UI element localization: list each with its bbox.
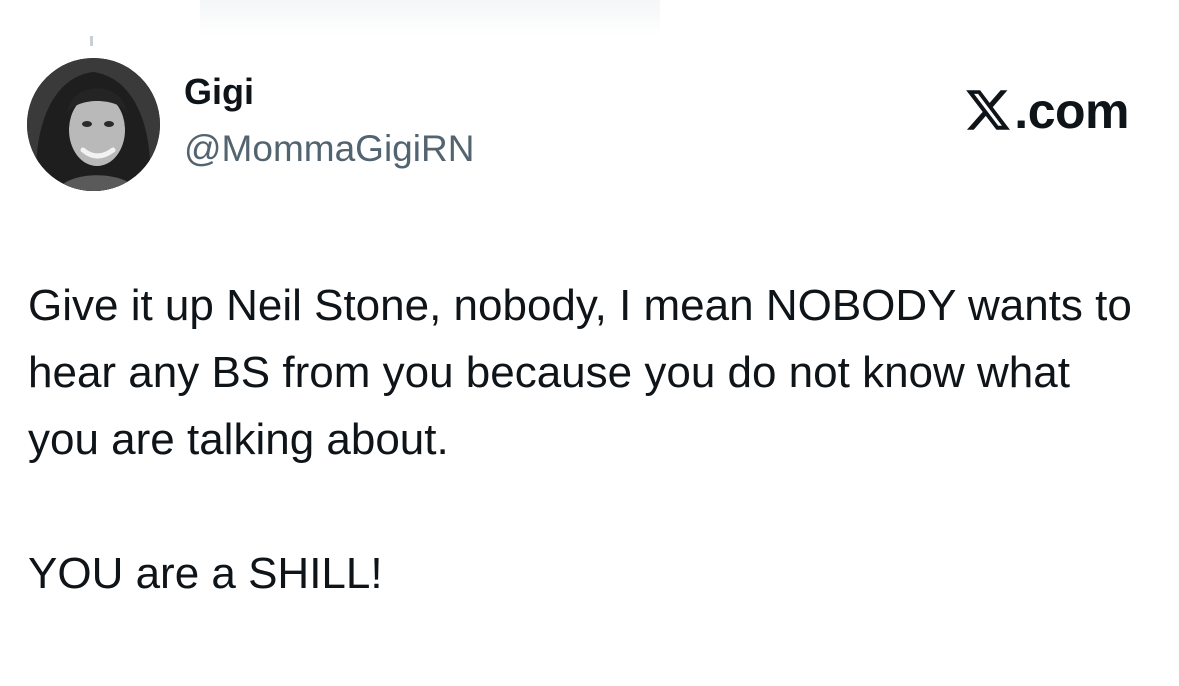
x-logo-icon — [966, 90, 1011, 130]
brand-watermark: .com — [966, 84, 1129, 136]
top-crop-tick — [90, 36, 93, 46]
avatar-photo — [27, 58, 160, 191]
top-crop-shadow — [200, 0, 660, 36]
brand-domain-suffix: .com — [1014, 83, 1129, 139]
user-handle[interactable]: @MommaGigiRN — [184, 130, 474, 167]
display-name[interactable]: Gigi — [184, 74, 254, 110]
avatar[interactable] — [27, 58, 160, 191]
tweet-paragraph: Give it up Neil Stone, nobody, I mean NO… — [28, 281, 1145, 464]
tweet-text: Give it up Neil Stone, nobody, I mean NO… — [28, 272, 1148, 607]
tweet-paragraph: YOU are a SHILL! — [28, 549, 383, 598]
